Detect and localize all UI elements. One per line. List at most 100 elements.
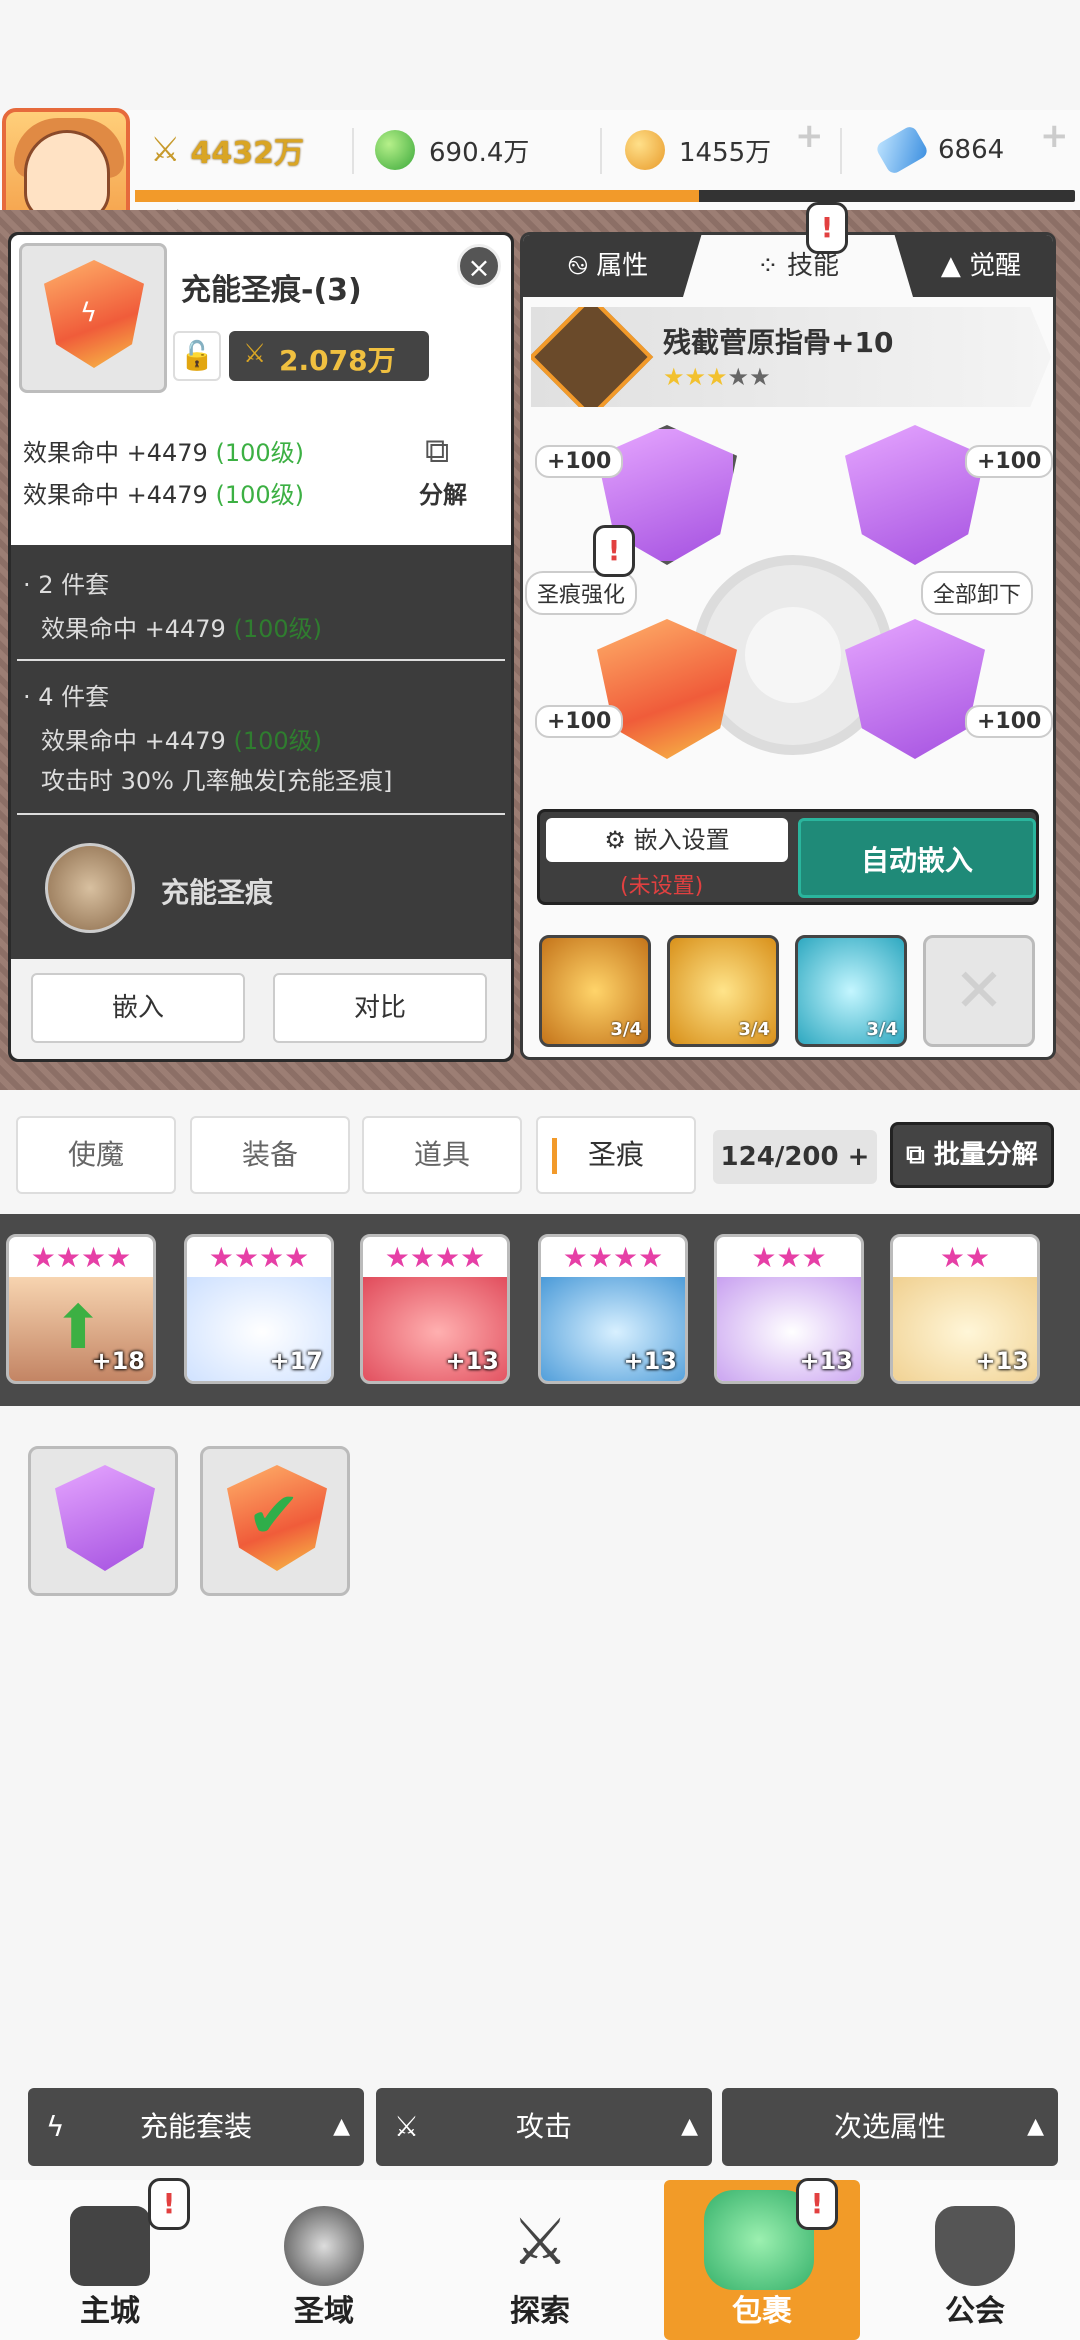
lightning-icon: ϟ (46, 2110, 65, 2143)
set4-level: (100级) (233, 727, 323, 755)
item-power-value: 2.078万 (279, 344, 396, 377)
capacity-counter[interactable]: 124/200 + (713, 1130, 877, 1184)
nav-guild[interactable]: 公会 (885, 2180, 1065, 2340)
close-button[interactable]: × (457, 244, 501, 288)
hero-stars: ★★★★ (384, 1241, 486, 1274)
castle-icon (70, 2206, 150, 2286)
panel-tabs: ࿊ 属性 ⁘ 技能 ▲ 觉醒 (523, 235, 1053, 297)
set-filter-label: 充能套装 (139, 2110, 252, 2143)
hero-level: +17 (269, 1347, 323, 1375)
nav-explore[interactable]: ⚔ 探索 (450, 2180, 630, 2340)
batch-decompose-button[interactable]: ⧉ 批量分解 (890, 1122, 1054, 1188)
auto-embed-button[interactable]: 自动嵌入 (798, 818, 1036, 898)
tab-skills[interactable]: ⁘ 技能 (683, 235, 913, 297)
category-familiars[interactable]: 使魔 (16, 1116, 176, 1194)
resource-green[interactable]: 690.4万 (375, 125, 529, 175)
power-value: 4432万 (190, 136, 304, 171)
hero-level: +18 (91, 1347, 145, 1375)
weapon-stars: ★★★★★ (663, 363, 771, 391)
divider (840, 128, 842, 174)
gold-coin-icon (625, 130, 665, 170)
star-icon: ★ (727, 363, 750, 391)
nav-label: 公会 (945, 2294, 1005, 2329)
swirl-icon: ࿊ (567, 251, 597, 281)
star-icon: ★ (706, 363, 728, 391)
embed-button[interactable]: 嵌入 (31, 973, 245, 1043)
add-crystal-icon[interactable]: + (1040, 116, 1080, 160)
hero-card[interactable]: ★★★ +13 (714, 1234, 864, 1384)
tab-attributes-label: 属性 (596, 251, 649, 281)
weapon-banner[interactable]: 残截菅原指骨+10 ★★★★★ (531, 307, 1051, 407)
tab-awaken[interactable]: ▲ 觉醒 (903, 235, 1053, 297)
hero-stars: ★★★★ (30, 1241, 132, 1274)
check-icon: ✔ (247, 1479, 301, 1553)
crossed-swords-icon: ⚔ (243, 339, 267, 369)
hero-stars: ★★★★ (208, 1241, 310, 1274)
hero-card[interactable]: ★★★★ +17 (184, 1234, 334, 1384)
weapon-icon (531, 307, 654, 407)
hero-level: +13 (623, 1347, 677, 1375)
sun-bomb-skill-icon[interactable]: 3/4 (667, 935, 779, 1047)
hero-card[interactable]: ★★★★ +13 (360, 1234, 510, 1384)
ice-burst-skill-icon[interactable]: 3/4 (795, 935, 907, 1047)
socket-bonus-top-right: +100 (965, 445, 1053, 478)
hero-level: +13 (975, 1347, 1029, 1375)
hero-card[interactable]: ⬆ ★★★★ +18 (6, 1234, 156, 1384)
sword-icon: ⚔ (394, 2110, 420, 2143)
stat-line-1: 效果命中 +4479 (100级) (23, 433, 304, 468)
set2-bonus: 效果命中 +4479 (100级) (41, 609, 322, 644)
nav-sanctuary[interactable]: 圣域 (234, 2180, 414, 2340)
resource-gold[interactable]: 1455万 (625, 125, 771, 175)
stigma-item-orange[interactable]: ✔ (200, 1446, 350, 1596)
set4-title: · 4 件套 (23, 683, 110, 711)
stat-label: 效果命中 +4479 (23, 481, 208, 509)
bomb-skill-icon[interactable]: 3/4 (539, 935, 651, 1047)
embed-settings-button[interactable]: ⚙ 嵌入设置 (546, 818, 788, 862)
stigma-item-purple[interactable] (28, 1446, 178, 1596)
category-equipment[interactable]: 装备 (190, 1116, 350, 1194)
lightning-icon: ϟ (80, 298, 98, 328)
stat-label: 效果命中 +4479 (23, 439, 208, 467)
chevron-up-icon: ▲ (681, 2114, 698, 2139)
compare-button[interactable]: 对比 (273, 973, 487, 1043)
resource-crystal[interactable]: 6864 (874, 124, 1004, 176)
hero-card[interactable]: ★★★★ +13 (538, 1234, 688, 1384)
stigma-enhance-button[interactable]: 圣痕强化 (525, 571, 638, 615)
hero-stars: ★★★ (751, 1241, 827, 1274)
main-stat-filter-dropdown[interactable]: ⚔ 攻击 ▲ (376, 2088, 712, 2166)
nav-label: 包裹 (732, 2294, 792, 2329)
socket-center-hole (745, 607, 841, 703)
socket-bonus-bottom-right: +100 (965, 705, 1053, 738)
socket-top-right[interactable] (845, 425, 985, 565)
divider (600, 128, 602, 174)
chevron-up-icon: ▲ (1027, 2114, 1044, 2139)
enhance-alert-icon: ! (593, 525, 635, 577)
bag-alert-icon: ! (796, 2178, 838, 2230)
stat-level: (100级) (215, 439, 305, 467)
avatar-face (24, 130, 110, 222)
item-slot: ϟ (19, 243, 167, 393)
category-stigma[interactable]: 圣痕 (536, 1116, 696, 1194)
unequip-all-button[interactable]: 全部卸下 (921, 571, 1034, 615)
set4-bonus: 效果命中 +4479 (100级) (41, 721, 322, 756)
tab-attributes[interactable]: ࿊ 属性 (523, 235, 693, 297)
active-indicator (552, 1138, 557, 1174)
lock-icon[interactable]: 🔓 (173, 331, 221, 381)
hero-stars: ★★ (939, 1241, 991, 1274)
add-gold-icon[interactable]: + (795, 116, 839, 160)
triangle-icon: ▲ (940, 251, 970, 281)
sub-stat-filter-dropdown[interactable]: 次选属性 ▲ (722, 2088, 1058, 2166)
set-filter-dropdown[interactable]: ϟ 充能套装 ▲ (28, 2088, 364, 2166)
tab-skills-label: 技能 (787, 251, 840, 281)
helmet-icon (935, 2206, 1015, 2286)
weapon-name: 残截菅原指骨+10 (663, 326, 894, 359)
skill-count: 3/4 (866, 1019, 898, 1040)
hero-card[interactable]: ★★ +13 (890, 1234, 1040, 1384)
decompose-icon: ⧉ (906, 1140, 934, 1170)
empty-skill-slot: ✕ (923, 935, 1035, 1047)
decompose-button[interactable]: ⧉ 分解 (411, 431, 491, 511)
crossed-swords-icon: ⚔ (150, 130, 181, 170)
nav-label: 主城 (80, 2294, 140, 2329)
category-items[interactable]: 道具 (362, 1116, 522, 1194)
resource-green-value: 690.4万 (429, 137, 530, 168)
